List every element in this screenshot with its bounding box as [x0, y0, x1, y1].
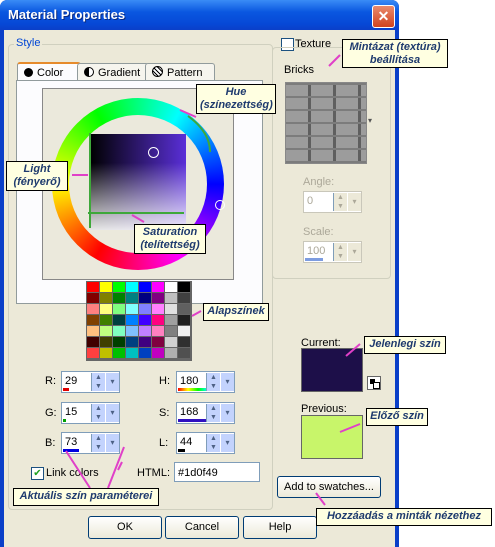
- callout-saturation: Saturation (telítettség): [134, 224, 206, 254]
- arrow-previous: [339, 423, 361, 433]
- callout-basic: Alapszínek: [203, 303, 269, 321]
- hue-guide: [187, 115, 211, 153]
- arrow-add: [315, 492, 326, 506]
- green-guides: [88, 115, 211, 228]
- callout-light: Light (fényerő): [6, 161, 68, 191]
- arrow-basic: [191, 310, 202, 317]
- callout-previous: Előző szín: [366, 408, 428, 426]
- annotation-arrows: [65, 54, 361, 506]
- arrow-texture: [328, 54, 341, 67]
- arrow-params-1: [65, 450, 91, 489]
- callout-current: Jelenlegi szín: [364, 336, 446, 354]
- arrow-params-2: [107, 446, 125, 489]
- callout-add: Hozzáadás a minták nézethez: [316, 508, 492, 526]
- arrow-hue: [179, 109, 197, 118]
- callout-hue: Hue (színezettség): [196, 84, 276, 114]
- arrow-current: [345, 343, 361, 357]
- magenta-arrows: [65, 54, 361, 506]
- callout-params: Aktuális szín paraméterei: [13, 488, 159, 506]
- callout-texture: Mintázat (textúra) beállítása: [342, 39, 448, 68]
- arrow-saturation: [131, 214, 145, 223]
